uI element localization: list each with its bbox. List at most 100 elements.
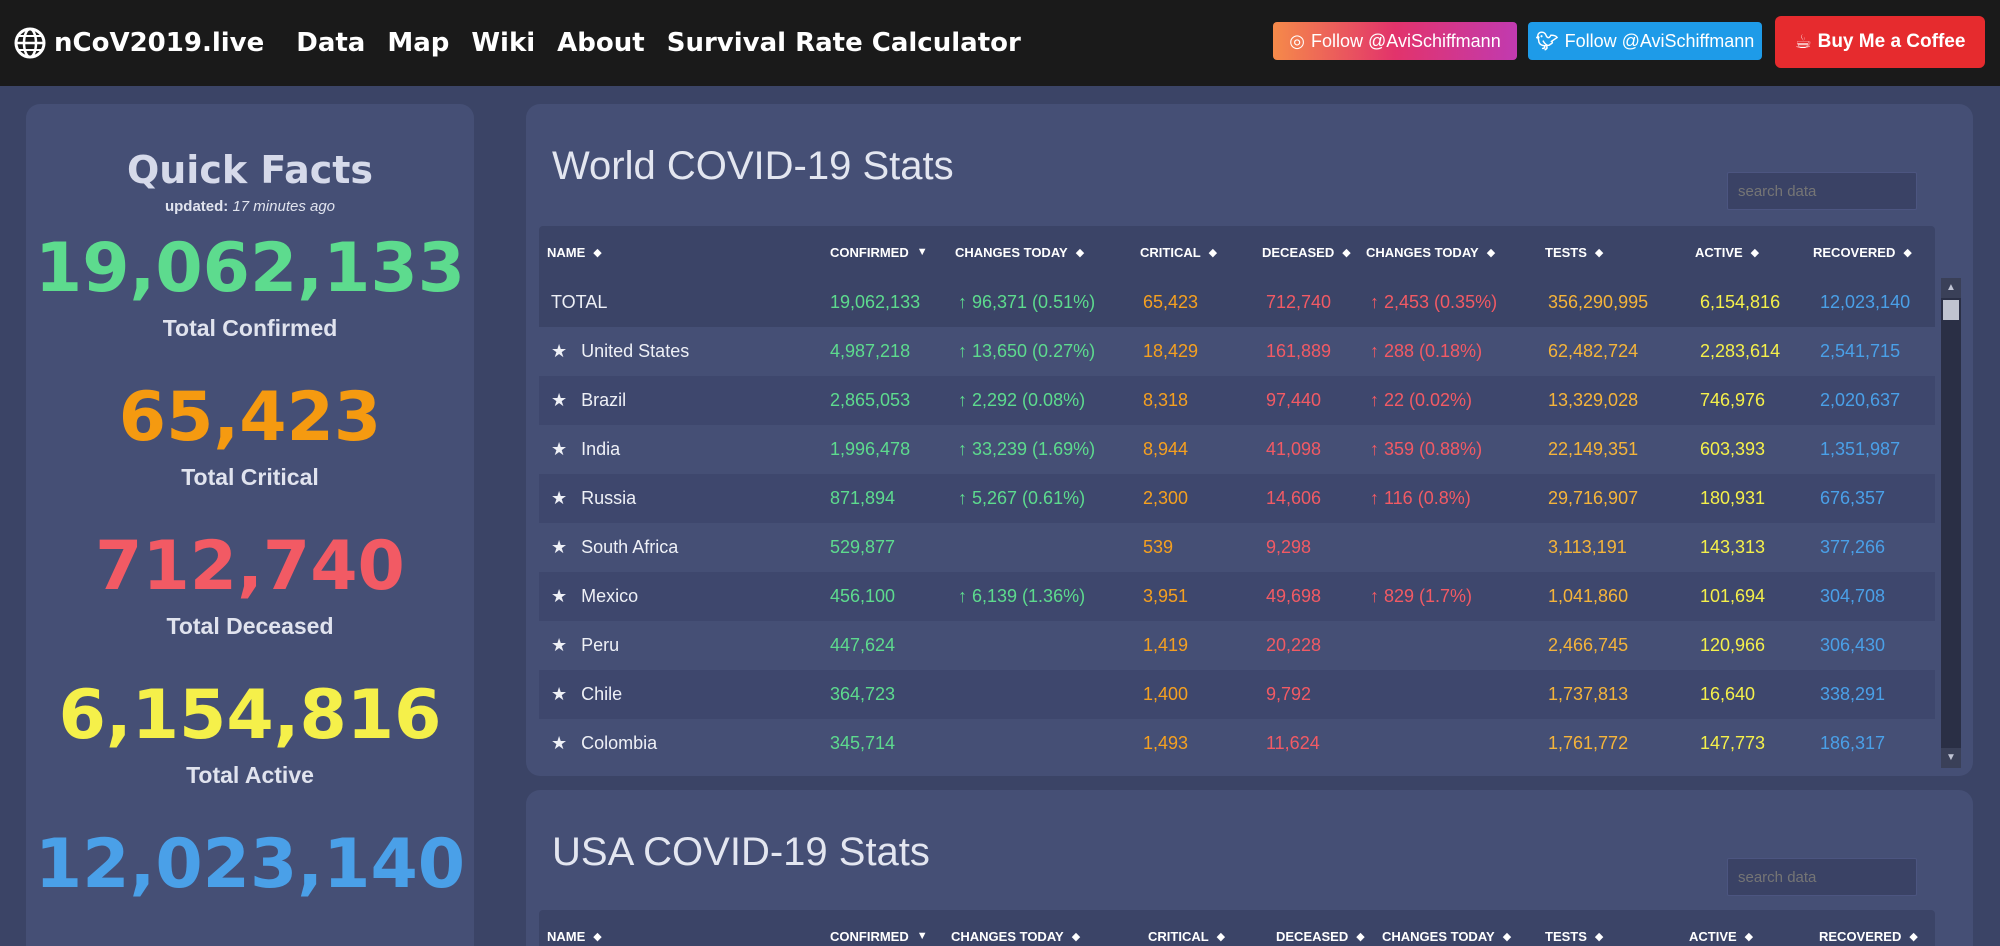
usa-header-recovered[interactable]: RECOVERED ◆ [1819, 929, 1918, 944]
usa-header-deceased[interactable]: DECEASED ◆ [1276, 929, 1365, 944]
favorite-star-icon[interactable]: ★ [551, 341, 567, 361]
usa-header-name[interactable]: NAME ◆ [547, 929, 602, 944]
favorite-star-icon[interactable]: ★ [551, 488, 567, 508]
nav-link-about[interactable]: About [557, 28, 645, 58]
header-critical[interactable]: CRITICAL ◆ [1140, 245, 1217, 260]
dchange-cell: ↑ 288 (0.18%) [1370, 341, 1483, 361]
total-active-label: Total Active [186, 762, 314, 788]
header-name[interactable]: NAME ◆ [547, 245, 602, 260]
recovered-cell: 377,266 [1820, 537, 1886, 557]
header-recovered-label: RECOVERED [1813, 244, 1896, 260]
nav-link-wiki[interactable]: Wiki [471, 28, 535, 58]
country-name: Mexico [581, 586, 639, 606]
deceased-cell: 14,606 [1266, 488, 1322, 508]
deceased-cell: 11,624 [1266, 733, 1320, 753]
table-row[interactable]: ★ Peru 447,624 1,419 20,228 2,466,745 120,966 3… [539, 621, 1935, 670]
favorite-star-icon[interactable]: ★ [551, 439, 567, 459]
active-cell: 603,393 [1700, 439, 1766, 459]
dchange-cell: ↑ 829 (1.7%) [1370, 586, 1473, 606]
navbar: nCoV2019.live Data Map Wiki About Surviv… [0, 0, 2000, 86]
usa-header-deceased-label: DECEASED [1276, 928, 1349, 944]
table-row[interactable]: ★ United States 4,987,218 ↑ 13,650 (0.27%) 1… [539, 327, 1935, 376]
nav-link-map[interactable]: Map [387, 28, 449, 58]
table-row[interactable]: ★ South Africa 529,877 539 9,298 3,113,191 143… [539, 523, 1935, 572]
usa-header-deaths-changes-today[interactable]: CHANGES TODAY ◆ [1382, 929, 1511, 944]
scroll-up-arrow[interactable]: ▲ [1941, 278, 1961, 298]
confirmed-cell: 1,996,478 [830, 439, 911, 459]
confirmed-cell: 4,987,218 [830, 341, 911, 361]
twitter-follow-button[interactable]: 🐦︎ Follow @AviSchiffmann [1528, 22, 1762, 60]
critical-cell: 8,944 [1143, 439, 1189, 459]
tests-cell: 2,466,745 [1548, 635, 1629, 655]
usa-header-confirmed[interactable]: CONFIRMED ▼ [830, 929, 928, 944]
table-row[interactable]: ★ Mexico 456,100 ↑ 6,139 (1.36%) 3,951 49,698… [539, 572, 1935, 621]
deceased-cell: 161,889 [1266, 341, 1332, 361]
table-row[interactable]: TOTAL 19,062,133 ↑ 96,371 (0.51%) 65,423 712… [539, 278, 1935, 327]
change-cell: ↑ 96,371 (0.51%) [958, 292, 1096, 312]
header-active[interactable]: ACTIVE ◆ [1695, 245, 1759, 260]
header-changes-today[interactable]: CHANGES TODAY ◆ [955, 245, 1084, 260]
sort-icon: ◆ [1744, 930, 1754, 943]
active-cell: 2,283,614 [1700, 341, 1781, 361]
sort-icon: ◆ [1216, 930, 1226, 943]
critical-cell: 8,318 [1143, 390, 1189, 410]
usa-header-changes-today[interactable]: CHANGES TODAY ◆ [951, 929, 1080, 944]
usa-header-critical[interactable]: CRITICAL ◆ [1148, 929, 1225, 944]
country-name-cell: ★ United States [551, 341, 689, 362]
table-scrollbar[interactable]: ▲ ▼ [1941, 278, 1961, 768]
table-row[interactable]: ★ Russia 871,894 ↑ 5,267 (0.61%) 2,300 14,606… [539, 474, 1935, 523]
recovered-cell: 2,020,637 [1820, 390, 1901, 410]
usa-header-name-label: NAME [547, 928, 586, 944]
table-row[interactable]: ★ Colombia 345,714 1,493 11,624 1,761,772 147,… [539, 719, 1935, 768]
tests-cell: 13,329,028 [1548, 390, 1639, 410]
favorite-star-icon[interactable]: ★ [551, 537, 567, 557]
header-deceased-label: DECEASED [1262, 244, 1335, 260]
favorite-star-icon[interactable]: ★ [551, 390, 567, 410]
coffee-cup-icon: ☕︎ [1794, 31, 1812, 53]
country-name-cell: ★ South Africa [551, 537, 678, 558]
world-search-input[interactable] [1727, 172, 1917, 210]
favorite-star-icon[interactable]: ★ [551, 684, 567, 704]
buy-coffee-button[interactable]: ☕︎ Buy Me a Coffee [1775, 16, 1985, 68]
usa-search-input[interactable] [1727, 858, 1917, 896]
usa-header-active[interactable]: ACTIVE ◆ [1689, 929, 1753, 944]
favorite-star-icon[interactable]: ★ [551, 586, 567, 606]
table-row[interactable]: ★ Brazil 2,865,053 ↑ 2,292 (0.08%) 8,318 97,4… [539, 376, 1935, 425]
header-deaths-changes-today[interactable]: CHANGES TODAY ◆ [1366, 245, 1495, 260]
tests-cell: 356,290,995 [1548, 292, 1649, 312]
confirmed-cell: 456,100 [830, 586, 896, 606]
critical-cell: 1,493 [1143, 733, 1189, 753]
deceased-cell: 49,698 [1266, 586, 1322, 606]
scroll-down-arrow[interactable]: ▼ [1941, 748, 1961, 768]
total-deceased-label: Total Deceased [166, 613, 334, 639]
brand[interactable]: nCoV2019.live [14, 27, 264, 59]
usa-header-tests[interactable]: TESTS ◆ [1545, 929, 1603, 944]
table-row[interactable]: ★ Chile 364,723 1,400 9,792 1,737,813 16,640 33… [539, 670, 1935, 719]
table-row[interactable]: ★ India 1,996,478 ↑ 33,239 (1.69%) 8,944 41,0… [539, 425, 1935, 474]
confirmed-cell: 345,714 [830, 733, 896, 753]
nav-link-data[interactable]: Data [296, 28, 365, 58]
header-confirmed[interactable]: CONFIRMED ▼ [830, 245, 928, 260]
scroll-thumb[interactable] [1943, 300, 1959, 320]
total-deceased-value: 712,740 [95, 527, 405, 606]
favorite-star-icon[interactable]: ★ [551, 733, 567, 753]
sort-icon: ◆ [1071, 930, 1081, 943]
globe-icon [14, 27, 46, 59]
instagram-follow-button[interactable]: ◎ Follow @AviSchiffmann [1273, 22, 1517, 60]
total-recovered-value: 12,023,140 [34, 825, 466, 904]
updated-value: 17 minutes ago [232, 198, 336, 215]
nav-link-survival-calculator[interactable]: Survival Rate Calculator [667, 28, 1021, 58]
recovered-cell: 2,541,715 [1820, 341, 1901, 361]
confirmed-cell: 447,624 [830, 635, 896, 655]
world-stats-table: NAME ◆ CONFIRMED ▼ CHANGES TODAY ◆ CRITICAL… [539, 226, 1961, 768]
critical-cell: 65,423 [1143, 292, 1199, 312]
buy-coffee-label: Buy Me a Coffee [1817, 31, 1966, 52]
tests-cell: 1,761,772 [1548, 733, 1629, 753]
sort-icon: ◆ [1342, 246, 1351, 259]
tests-cell: 62,482,724 [1548, 341, 1639, 361]
header-deceased[interactable]: DECEASED ◆ [1262, 245, 1351, 260]
header-recovered[interactable]: RECOVERED ◆ [1813, 245, 1912, 260]
favorite-star-icon[interactable]: ★ [551, 635, 567, 655]
active-cell: 180,931 [1700, 488, 1766, 508]
header-tests[interactable]: TESTS ◆ [1545, 245, 1603, 260]
